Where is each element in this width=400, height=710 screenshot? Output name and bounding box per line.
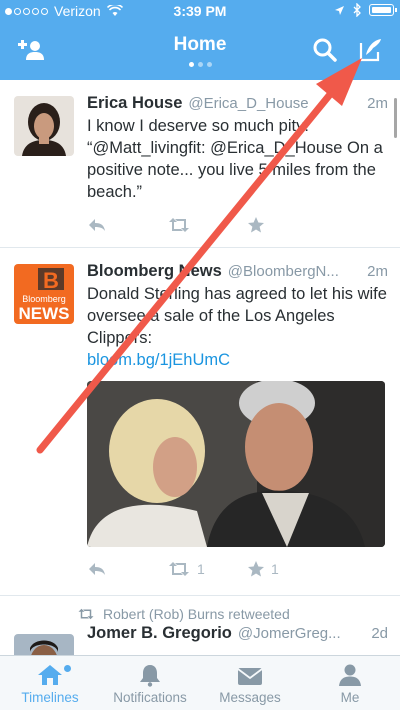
tweet-text: Donald Sterling has agreed to let his wi… — [87, 283, 388, 371]
tweet-author-name[interactable]: Jomer B. Gregorio — [87, 624, 232, 643]
tweet-text: I know I deserve so much pity! “@Matt_li… — [87, 117, 383, 201]
svg-text:B: B — [43, 268, 59, 293]
favorite-button[interactable] — [247, 216, 327, 234]
retweeted-by-label: Robert (Rob) Burns retweeted — [103, 606, 290, 622]
tweet-item[interactable]: B Bloomberg NEWS Bloomberg News @Bloombe… — [0, 248, 400, 596]
page-indicator — [0, 62, 400, 67]
tab-label: Notifications — [113, 690, 187, 705]
tab-notifications[interactable]: Notifications — [100, 656, 200, 710]
tab-bar: Timelines Notifications Messages Me — [0, 655, 400, 710]
retweet-icon — [169, 562, 189, 576]
tweet-timestamp: 2d — [371, 625, 388, 642]
top-header: Verizon 3:39 PM Home — [0, 0, 400, 80]
favorite-count: 1 — [271, 561, 279, 577]
person-icon — [339, 664, 361, 686]
tab-me[interactable]: Me — [300, 656, 400, 710]
compose-icon — [359, 39, 381, 62]
tweet-link[interactable]: bloom.bg/1jEhUmC — [87, 351, 230, 369]
retweet-button[interactable]: 1 — [167, 561, 247, 577]
reply-button[interactable] — [87, 561, 167, 577]
reply-button[interactable] — [87, 217, 167, 233]
retweet-count: 1 — [197, 561, 205, 577]
tweet-author-handle[interactable]: @JomerGreg... — [238, 625, 365, 642]
tweet-author-name[interactable]: Erica House — [87, 94, 182, 113]
tweet-author-handle[interactable]: @BloombergN... — [228, 263, 361, 280]
status-bar: Verizon 3:39 PM — [0, 0, 400, 22]
tweet-author-name[interactable]: Bloomberg News — [87, 262, 222, 281]
tab-timelines[interactable]: Timelines — [0, 656, 100, 710]
new-content-dot — [64, 665, 71, 672]
tweet-author-handle[interactable]: @Erica_D_House — [188, 95, 361, 112]
location-arrow-icon — [335, 5, 344, 15]
reply-icon — [89, 219, 105, 231]
retweet-icon — [169, 218, 189, 232]
favorite-button[interactable]: 1 — [247, 560, 327, 578]
avatar[interactable] — [14, 634, 74, 655]
reply-icon — [89, 563, 105, 575]
page-title: Home — [173, 34, 227, 55]
scroll-indicator[interactable] — [394, 98, 397, 138]
battery-icon — [369, 4, 397, 16]
tweet-body: Donald Sterling has agreed to let his wi… — [87, 285, 387, 347]
tab-messages[interactable]: Messages — [200, 656, 300, 710]
avatar[interactable] — [14, 96, 74, 156]
retweet-button[interactable] — [167, 217, 247, 233]
tweet-item[interactable]: Robert (Rob) Burns retweeted Jomer B. Gr… — [0, 596, 400, 655]
search-button[interactable] — [310, 36, 340, 64]
retweet-context: Robert (Rob) Burns retweeted — [55, 606, 388, 622]
avatar[interactable]: B Bloomberg NEWS — [14, 264, 74, 324]
tweet-timestamp: 2m — [367, 95, 388, 112]
bluetooth-icon — [353, 3, 361, 17]
search-icon — [313, 38, 337, 62]
home-icon — [38, 665, 62, 685]
retweet-icon — [78, 608, 94, 620]
tab-label: Messages — [219, 690, 281, 705]
star-icon — [248, 217, 264, 233]
bell-icon — [140, 665, 160, 687]
tweet-item[interactable]: Erica House @Erica_D_House 2m I know I d… — [0, 80, 400, 248]
bloomberg-avatar-big-text: NEWS — [19, 304, 70, 323]
compose-tweet-button[interactable] — [356, 36, 386, 64]
envelope-icon — [237, 668, 263, 685]
tab-label: Me — [340, 690, 360, 705]
bloomberg-avatar-small-text: Bloomberg — [22, 294, 66, 304]
timeline-feed[interactable]: Erica House @Erica_D_House 2m I know I d… — [0, 80, 400, 655]
tab-label: Timelines — [21, 690, 79, 705]
tweet-photo[interactable] — [87, 381, 385, 547]
star-icon — [248, 561, 264, 577]
tweet-timestamp: 2m — [367, 263, 388, 280]
